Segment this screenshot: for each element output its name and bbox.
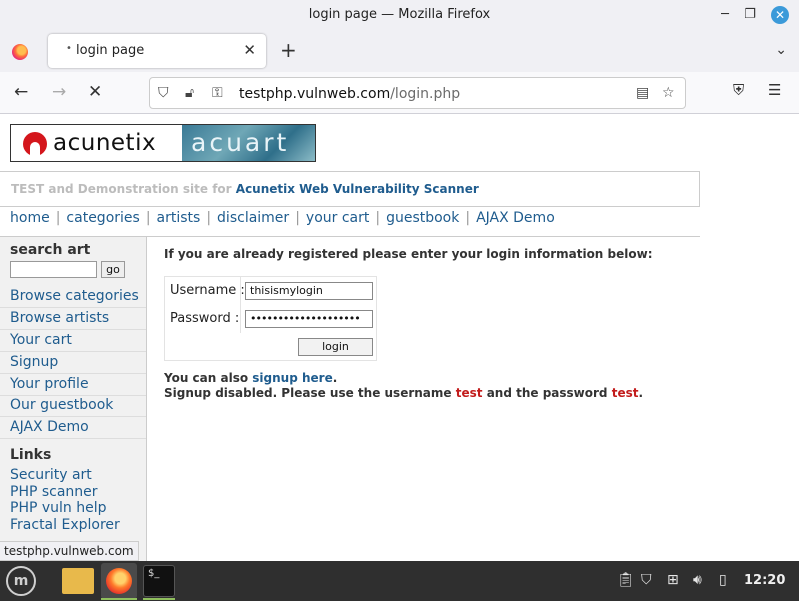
nav-categories[interactable]: categories bbox=[66, 210, 139, 226]
sidebar: search art go Browse categories Browse a… bbox=[0, 237, 147, 561]
tagline-brand-link[interactable]: Acunetix Web Vulnerability Scanner bbox=[236, 182, 479, 196]
sidebar-our-guestbook[interactable]: Our guestbook bbox=[0, 395, 146, 417]
list-all-tabs-icon[interactable]: ⌄ bbox=[775, 42, 787, 58]
signup-disabled-message: Signup disabled. Please use the username… bbox=[164, 386, 643, 400]
password-field[interactable]: •••••••••••••••••••• bbox=[245, 310, 373, 328]
nav-home[interactable]: home bbox=[10, 210, 50, 226]
reader-view-icon[interactable]: ▤ bbox=[636, 85, 649, 101]
logo-acuart-text: acuart bbox=[191, 128, 290, 157]
new-tab-icon[interactable]: + bbox=[280, 40, 297, 60]
clipboard-icon[interactable]: 📋︎ bbox=[617, 572, 635, 588]
network-icon[interactable]: ⊞ bbox=[667, 572, 679, 588]
url-text[interactable]: testphp.vulnweb.com/login.php bbox=[239, 86, 460, 102]
sidebar-your-profile[interactable]: Your profile bbox=[0, 374, 146, 396]
nav-bar: ← → ✕ ⛉ 🔓︎ ⚿ testphp.vulnweb.com/login.p… bbox=[0, 72, 799, 114]
link-status-bar: testphp.vulnweb.com bbox=[0, 541, 139, 561]
signup-suffix: . bbox=[332, 371, 338, 385]
tagline-bar: TEST and Demonstration site for Acunetix… bbox=[0, 171, 700, 207]
running-app-indicator bbox=[143, 598, 175, 600]
key-icon[interactable]: ⚿ bbox=[212, 85, 223, 101]
tagline-prefix: TEST and Demonstration site for bbox=[11, 182, 232, 196]
loading-dot-icon: • bbox=[66, 43, 72, 54]
shield-tray-icon[interactable]: ⛉ bbox=[641, 572, 652, 588]
login-intro-text: If you are already registered please ent… bbox=[164, 247, 653, 261]
search-go-button[interactable]: go bbox=[101, 261, 125, 278]
link-php-vuln-help[interactable]: PHP vuln help bbox=[10, 500, 107, 516]
minimize-icon[interactable]: ─ bbox=[716, 6, 734, 24]
signup-message: You can also signup here. bbox=[164, 371, 337, 385]
link-php-scanner[interactable]: PHP scanner bbox=[10, 484, 98, 500]
link-security-art[interactable]: Security art bbox=[10, 467, 92, 483]
site-logo[interactable]: acunetix acuart bbox=[10, 124, 316, 162]
url-bar[interactable]: ⛉ 🔓︎ ⚿ testphp.vulnweb.com/login.php ▤ ☆ bbox=[149, 77, 686, 109]
links-title: Links bbox=[10, 447, 52, 463]
tagline: TEST and Demonstration site for Acunetix… bbox=[11, 182, 479, 196]
nav-ajax-demo[interactable]: AJAX Demo bbox=[476, 210, 555, 226]
login-form: Username : thisismylogin Password : ••••… bbox=[164, 276, 377, 361]
nav-artists[interactable]: artists bbox=[157, 210, 201, 226]
firefox-view-icon[interactable] bbox=[12, 44, 28, 60]
link-fractal-explorer[interactable]: Fractal Explorer bbox=[10, 517, 120, 533]
username-field[interactable]: thisismylogin bbox=[245, 282, 373, 300]
taskbar: m $_ 📋︎ ⛉ ⊞ 🔊︎ ▯ 12:20 bbox=[0, 561, 799, 601]
pocket-icon[interactable]: ⛨ bbox=[733, 81, 744, 99]
sidebar-browse-artists[interactable]: Browse artists bbox=[0, 308, 146, 330]
maximize-icon[interactable]: ❐ bbox=[741, 6, 759, 24]
url-path: /login.php bbox=[390, 86, 461, 102]
firefox-icon bbox=[106, 568, 132, 594]
terminal-icon[interactable]: $_ bbox=[143, 565, 175, 597]
sidebar-your-cart[interactable]: Your cart bbox=[0, 330, 146, 352]
search-art-title: search art bbox=[10, 242, 91, 258]
back-arrow-icon[interactable]: ← bbox=[14, 82, 28, 102]
password-label: Password : bbox=[170, 311, 240, 326]
stop-loading-icon[interactable]: ✕ bbox=[88, 82, 102, 102]
signup-prefix: You can also bbox=[164, 371, 249, 385]
web-page: acunetix acuart TEST and Demonstration s… bbox=[0, 114, 799, 561]
url-host: testphp.vulnweb.com bbox=[239, 86, 391, 102]
tab-label: login page bbox=[76, 43, 145, 58]
signup-here-link[interactable]: signup here bbox=[252, 371, 332, 385]
firefox-taskbar-icon[interactable] bbox=[101, 563, 137, 599]
files-folder-icon[interactable] bbox=[62, 568, 94, 594]
close-window-icon[interactable]: ✕ bbox=[771, 6, 789, 24]
tab-strip: • login page ✕ + ⌄ bbox=[0, 30, 799, 72]
insecure-lock-icon[interactable]: 🔓︎ bbox=[185, 85, 194, 101]
disabled-mid: and the password bbox=[486, 386, 608, 400]
nav-your-cart[interactable]: your cart bbox=[306, 210, 369, 226]
nav-disclaimer[interactable]: disclaimer bbox=[217, 210, 289, 226]
disabled-password: test bbox=[611, 386, 639, 400]
search-input[interactable] bbox=[10, 261, 97, 278]
top-nav: home | categories | artists | disclaimer | your … bbox=[10, 210, 555, 226]
sidebar-signup[interactable]: Signup bbox=[0, 352, 146, 374]
shield-icon[interactable]: ⛉ bbox=[158, 85, 169, 101]
tab-close-icon[interactable]: ✕ bbox=[243, 41, 256, 59]
username-label: Username : bbox=[170, 283, 245, 298]
volume-icon[interactable]: 🔊︎ bbox=[693, 572, 702, 588]
window-titlebar: login page — Mozilla Firefox ─ ❐ ✕ bbox=[0, 0, 799, 30]
sidebar-browse-categories[interactable]: Browse categories bbox=[0, 286, 146, 308]
acunetix-logo-icon bbox=[23, 132, 47, 156]
mint-menu-icon[interactable]: m bbox=[6, 566, 36, 596]
nav-guestbook[interactable]: guestbook bbox=[386, 210, 459, 226]
forward-arrow-icon[interactable]: → bbox=[52, 82, 66, 102]
disabled-username: test bbox=[455, 386, 483, 400]
tab-login-page[interactable]: • login page ✕ bbox=[48, 34, 266, 68]
logo-acunetix-text: acunetix bbox=[53, 130, 157, 156]
bookmark-star-icon[interactable]: ☆ bbox=[662, 85, 675, 101]
window-title: login page — Mozilla Firefox bbox=[308, 7, 491, 22]
clock[interactable]: 12:20 bbox=[744, 573, 785, 588]
active-app-indicator bbox=[101, 598, 137, 600]
disabled-prefix: Signup disabled. Please use the username bbox=[164, 386, 452, 400]
disabled-suffix: . bbox=[638, 386, 644, 400]
login-button[interactable]: login bbox=[298, 338, 373, 356]
sidebar-ajax-demo[interactable]: AJAX Demo bbox=[0, 417, 146, 439]
battery-icon[interactable]: ▯ bbox=[719, 572, 727, 588]
menu-hamburger-icon[interactable]: ☰ bbox=[768, 81, 781, 99]
